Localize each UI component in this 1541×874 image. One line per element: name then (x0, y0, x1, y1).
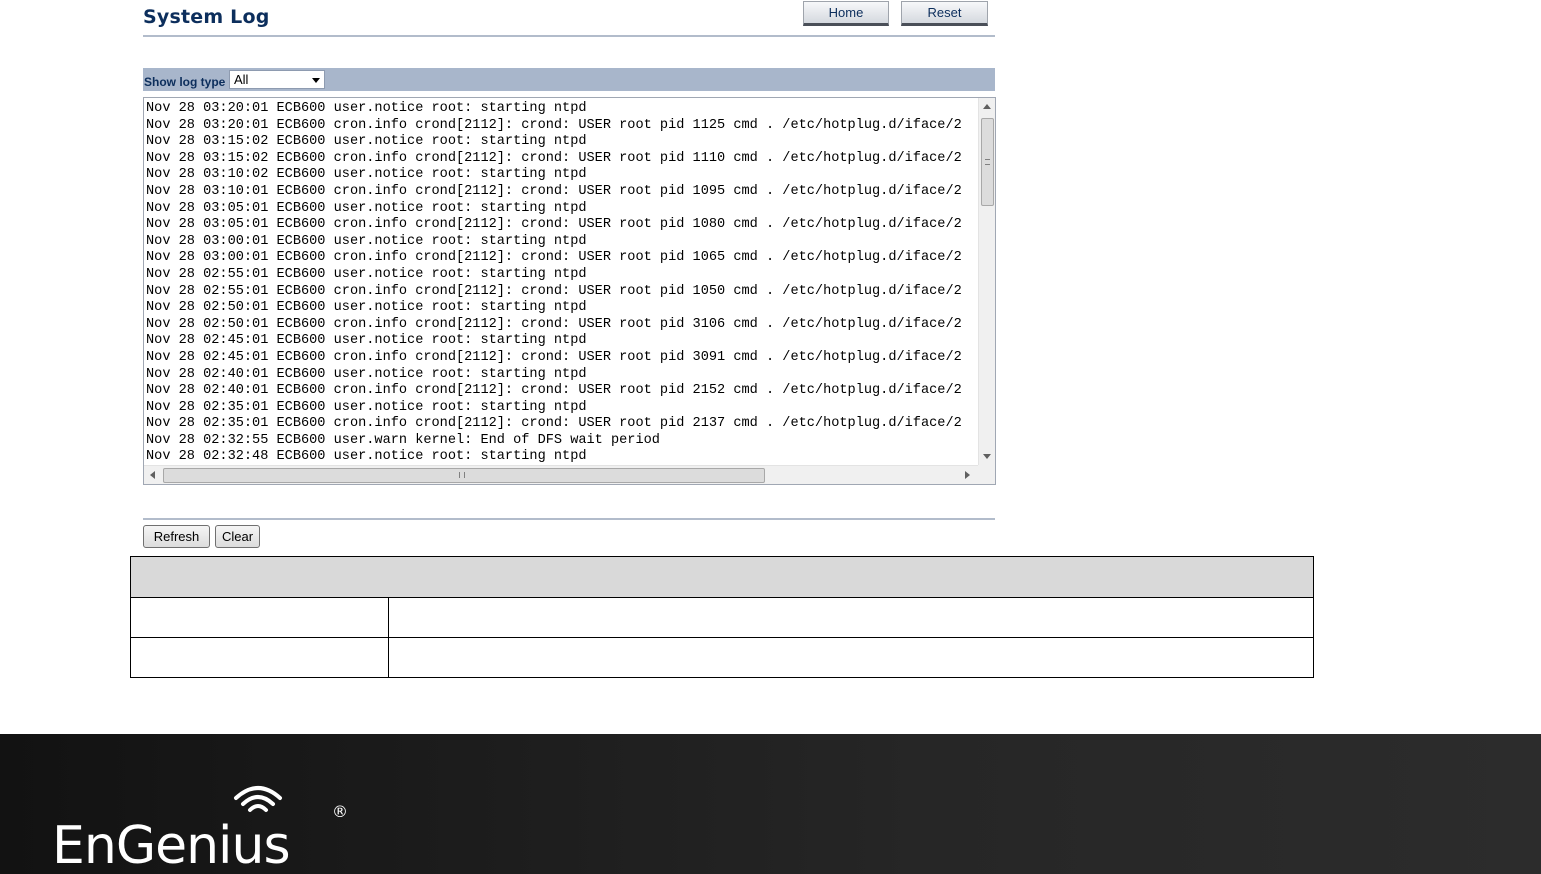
scroll-down-arrow-icon[interactable] (983, 454, 991, 459)
grip-icon (985, 159, 990, 165)
table-row (130, 637, 1314, 678)
scroll-left-arrow-icon[interactable] (150, 471, 155, 479)
log-line: Nov 28 03:20:01 ECB600 user.notice root:… (146, 101, 587, 116)
log-lines: Nov 28 03:20:01 ECB600 user.notice root:… (146, 101, 978, 464)
table-cell (388, 597, 1314, 638)
scroll-corner (978, 465, 995, 484)
table-cell (130, 637, 389, 678)
grip-icon (459, 472, 465, 478)
log-line: Nov 28 02:35:01 ECB600 cron.info crond[2… (146, 416, 962, 432)
log-line: Nov 28 03:00:01 ECB600 cron.info crond[2… (146, 250, 962, 266)
log-line: Nov 28 02:50:01 ECB600 user.notice root:… (146, 300, 587, 316)
log-type-label: Show log type (144, 75, 226, 89)
log-line: Nov 28 02:55:01 ECB600 user.notice root:… (146, 266, 587, 282)
log-type-selected-value: All (234, 72, 249, 87)
log-line: Nov 28 02:45:01 ECB600 cron.info crond[2… (146, 349, 962, 365)
chevron-down-icon (312, 78, 320, 83)
scroll-up-arrow-icon[interactable] (983, 104, 991, 109)
table-header-cell (130, 556, 1314, 598)
log-line: Nov 28 02:40:01 ECB600 user.notice root:… (146, 366, 587, 382)
brand-name: EnGenius (52, 816, 291, 874)
page-title: System Log (143, 6, 270, 28)
log-line: Nov 28 02:50:01 ECB600 cron.info crond[2… (146, 316, 962, 332)
log-line: Nov 28 03:05:01 ECB600 cron.info crond[2… (146, 217, 962, 233)
log-line: Nov 28 03:20:01 ECB600 cron.info crond[2… (146, 117, 962, 133)
title-divider (143, 35, 995, 37)
footer: EnGenius ® (0, 734, 1541, 874)
log-line: Nov 28 02:32:55 ECB600 user.warn kernel:… (146, 432, 660, 448)
log-line: Nov 28 03:00:01 ECB600 user.notice root:… (146, 233, 587, 249)
table-cell (388, 637, 1314, 678)
log-viewer[interactable]: Nov 28 03:20:01 ECB600 user.notice root:… (143, 97, 996, 485)
table-row (130, 597, 1314, 638)
clear-button[interactable]: Clear (215, 525, 260, 548)
scroll-right-arrow-icon[interactable] (965, 471, 970, 479)
log-filter-bar: Show log type All (143, 68, 995, 91)
section-divider (143, 518, 995, 520)
horizontal-scroll-thumb[interactable] (163, 468, 765, 483)
registered-mark: ® (332, 802, 348, 821)
engenius-logo: EnGenius ® (52, 780, 372, 874)
log-line: Nov 28 02:40:01 ECB600 cron.info crond[2… (146, 383, 962, 399)
log-line: Nov 28 02:35:01 ECB600 user.notice root:… (146, 399, 587, 415)
description-table (130, 556, 1314, 678)
log-line: Nov 28 02:32:48 ECB600 user.notice root:… (146, 449, 587, 464)
log-line: Nov 28 03:15:02 ECB600 cron.info crond[2… (146, 150, 962, 166)
log-line: Nov 28 03:15:02 ECB600 user.notice root:… (146, 134, 587, 150)
refresh-button[interactable]: Refresh (143, 525, 210, 548)
log-line: Nov 28 02:55:01 ECB600 cron.info crond[2… (146, 283, 962, 299)
table-cell (130, 597, 389, 638)
table-header-row (130, 556, 1314, 598)
log-line: Nov 28 03:10:02 ECB600 user.notice root:… (146, 167, 587, 183)
log-line: Nov 28 03:10:01 ECB600 cron.info crond[2… (146, 183, 962, 199)
log-line: Nov 28 03:05:01 ECB600 user.notice root:… (146, 200, 587, 216)
vertical-scroll-thumb[interactable] (981, 118, 994, 206)
log-type-select[interactable]: All (229, 70, 325, 89)
reset-button[interactable]: Reset (901, 1, 988, 26)
home-button[interactable]: Home (803, 1, 889, 26)
log-line: Nov 28 02:45:01 ECB600 user.notice root:… (146, 333, 587, 349)
horizontal-scrollbar[interactable] (144, 465, 995, 484)
vertical-scrollbar[interactable] (978, 98, 995, 465)
